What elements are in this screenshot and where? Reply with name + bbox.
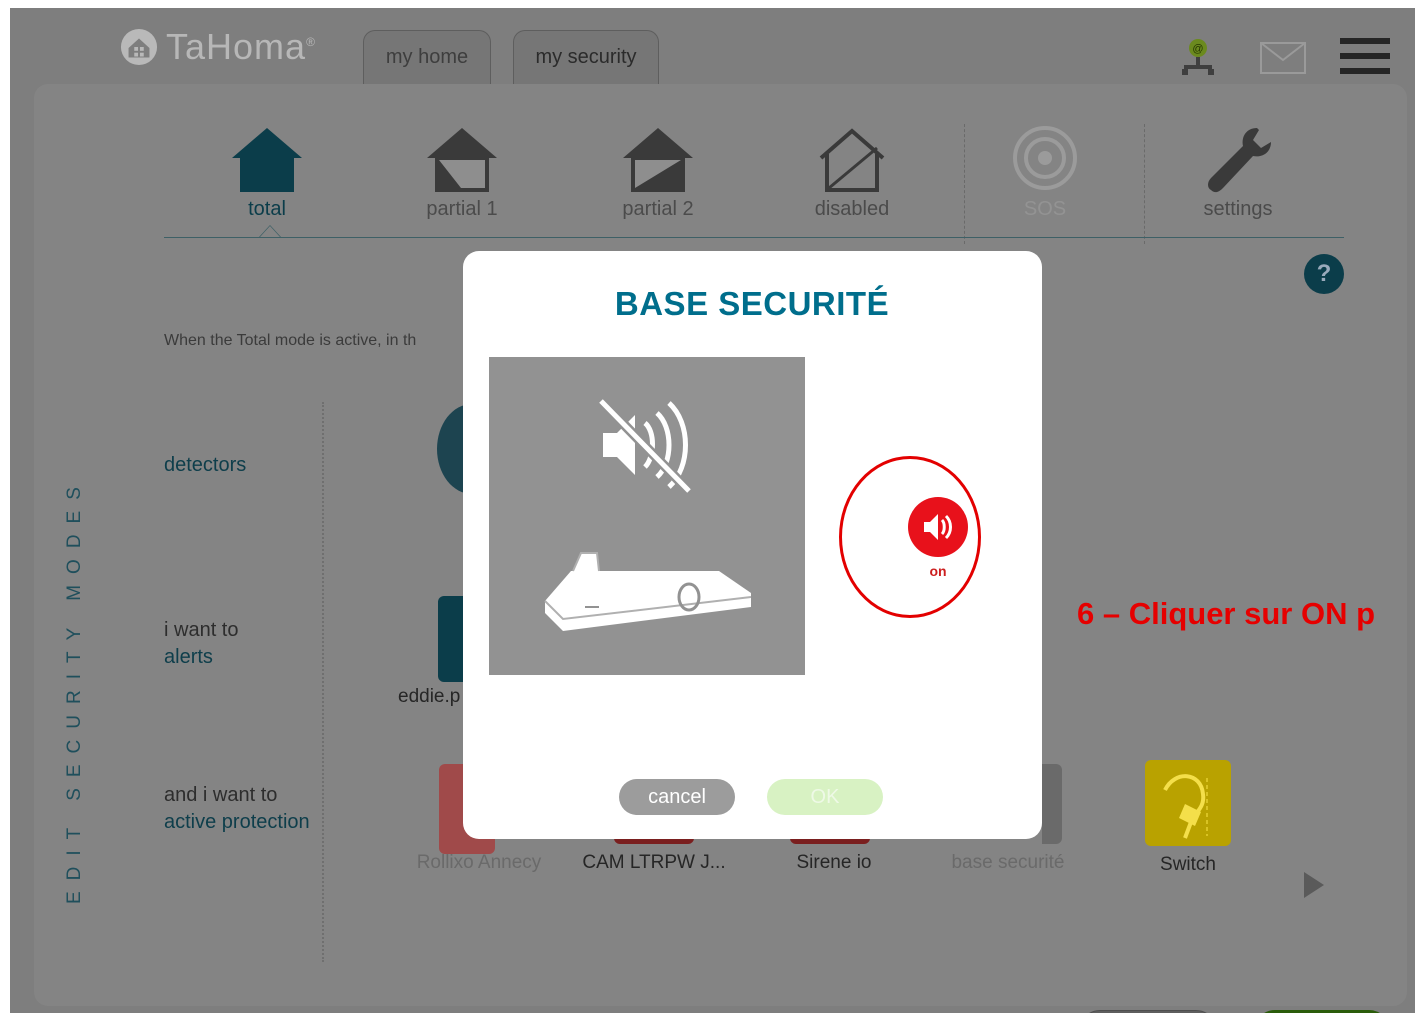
mode-divider — [964, 124, 965, 244]
alert-device-label: eddie.p — [398, 686, 461, 707]
cancel-button[interactable]: cancel — [1079, 1010, 1217, 1013]
modal-title: BASE SECURITÉ — [614, 285, 890, 322]
mode-partial-2-label: partial 2 — [622, 198, 694, 220]
device-switch[interactable]: Switch — [1136, 760, 1240, 876]
mode-partial-1-label: partial 1 — [426, 198, 498, 220]
target-icon — [1013, 126, 1077, 190]
highlight-circle — [839, 456, 981, 618]
detectors-text: detectors — [164, 454, 247, 476]
mail-icon[interactable] — [1260, 42, 1306, 74]
mode-sos-label: SOS — [1023, 198, 1067, 220]
next-arrow-icon[interactable] — [1304, 872, 1324, 898]
mode-underline — [164, 237, 1344, 238]
plug-icon — [1145, 760, 1231, 846]
device-base-icon[interactable] — [1042, 764, 1062, 844]
save-button[interactable]: save — [1254, 1010, 1390, 1013]
logo-text: TaHoma® — [166, 26, 316, 67]
device-sirene-label: Sirene io — [796, 852, 872, 873]
mode-description: When the Total mode is active, in th — [164, 332, 417, 349]
menu-icon[interactable] — [1340, 36, 1390, 76]
house-logo-icon — [120, 28, 158, 66]
device-switch-label: Switch — [1160, 854, 1216, 875]
protection-line1: and i want to — [164, 784, 278, 806]
mode-disabled[interactable]: disabled — [782, 124, 922, 221]
house-outline-icon — [819, 128, 885, 192]
help-button[interactable]: ? — [1304, 254, 1344, 294]
row-divider — [322, 402, 324, 962]
base-station-icon — [544, 552, 752, 631]
edit-security-modes-label: EDIT SECURITY MODES — [64, 476, 85, 904]
tab-my-security-label: my security — [535, 46, 637, 68]
tahoma-logo[interactable]: TaHoma® — [120, 26, 316, 68]
mode-sos[interactable]: SOS — [975, 124, 1115, 221]
mode-total-label: total — [248, 198, 286, 220]
alerts-line2: alerts — [164, 646, 213, 668]
network-icon[interactable]: @ — [1178, 34, 1218, 78]
mode-total[interactable]: total — [197, 124, 337, 221]
device-image — [489, 357, 805, 675]
device-modal: BASE SECURITÉ on cancel OK — [463, 251, 1042, 839]
row-protection-label: and i want to active protection — [164, 782, 310, 836]
tab-my-security[interactable]: my security — [513, 30, 659, 84]
tab-my-home-label: my home — [385, 46, 469, 68]
house-partial-icon — [623, 128, 693, 192]
row-detectors-label: detectors — [164, 452, 246, 479]
mode-disabled-label: disabled — [814, 198, 890, 220]
wrench-icon — [1208, 128, 1271, 193]
mode-divider — [1144, 124, 1145, 244]
house-partial-icon — [427, 128, 497, 192]
row-alerts-label: i want to alerts — [164, 617, 238, 671]
tab-my-home[interactable]: my home — [363, 30, 491, 84]
speaker-muted-icon — [597, 397, 693, 495]
device-cam-label: CAM LTRPW J... — [582, 852, 726, 873]
modal-cancel-button[interactable]: cancel — [619, 779, 735, 815]
svg-text:@: @ — [1192, 43, 1203, 55]
tutorial-annotation: 6 – Cliquer sur ON p — [1077, 596, 1376, 631]
active-mode-caret — [259, 225, 281, 237]
device-base-label: base securité — [951, 852, 1065, 873]
mode-partial-2[interactable]: partial 2 — [588, 124, 728, 221]
mode-settings-label: settings — [1203, 198, 1273, 220]
device-rollixo-label: Rollixo Annecy — [416, 852, 542, 873]
alerts-line1: i want to — [164, 619, 239, 641]
protection-line2: active protection — [164, 811, 310, 833]
mode-partial-1[interactable]: partial 1 — [392, 124, 532, 221]
house-filled-icon — [232, 128, 302, 192]
modal-ok-button[interactable]: OK — [767, 779, 883, 815]
mode-settings[interactable]: settings — [1168, 124, 1308, 221]
